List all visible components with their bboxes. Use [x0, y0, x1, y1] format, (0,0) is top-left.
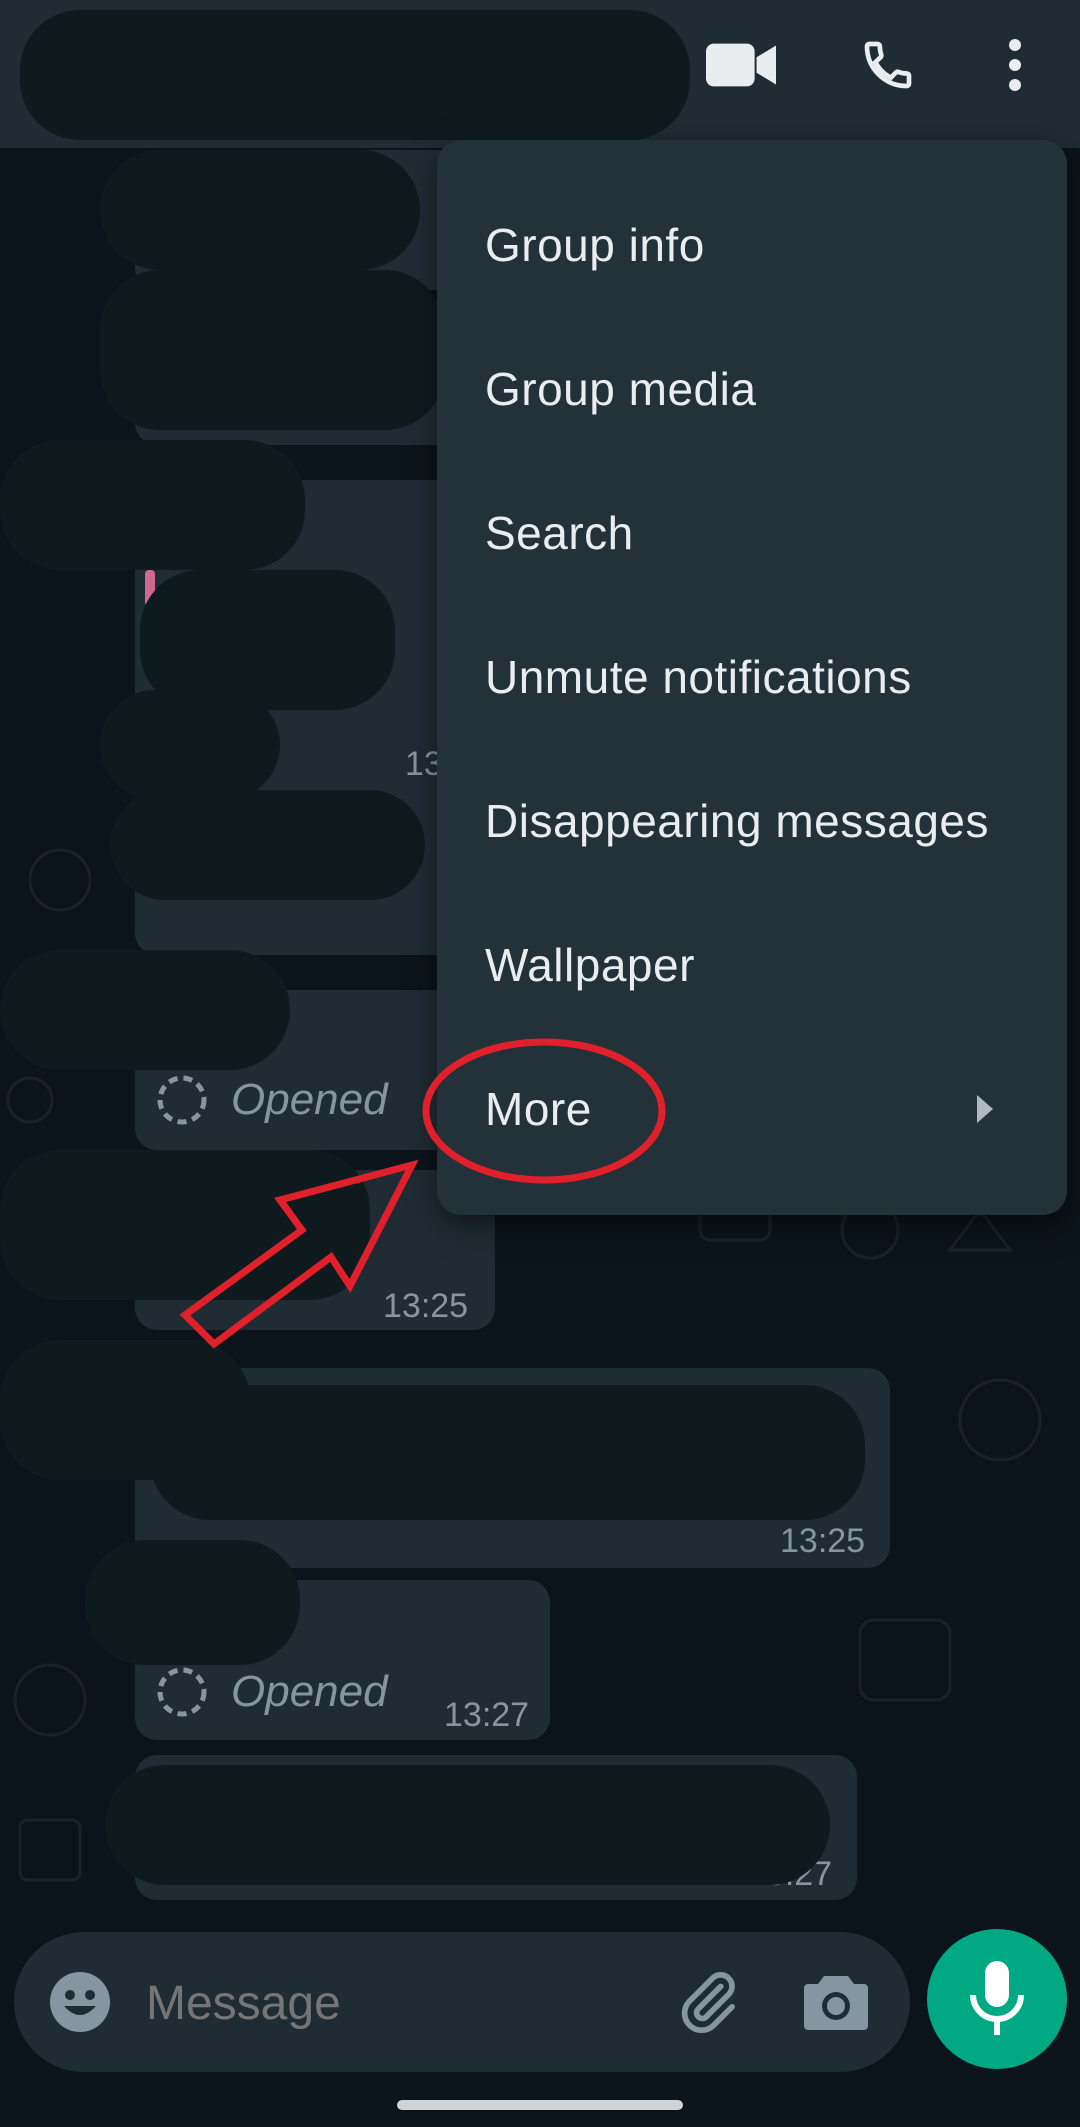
gesture-nav-handle[interactable]	[397, 2100, 683, 2110]
emoji-icon[interactable]	[48, 1970, 112, 2034]
voice-message-button[interactable]	[927, 1929, 1067, 2069]
message-input[interactable]	[144, 1967, 668, 2039]
annotation-overlay	[179, 1038, 666, 1349]
camera-icon[interactable]	[804, 1972, 868, 2030]
highlight-ellipse	[422, 1038, 666, 1184]
message-composer	[14, 1932, 910, 2072]
microphone-icon	[970, 1961, 1024, 2035]
attach-icon[interactable]	[674, 1968, 742, 2036]
pointer-arrow	[179, 1159, 419, 1349]
